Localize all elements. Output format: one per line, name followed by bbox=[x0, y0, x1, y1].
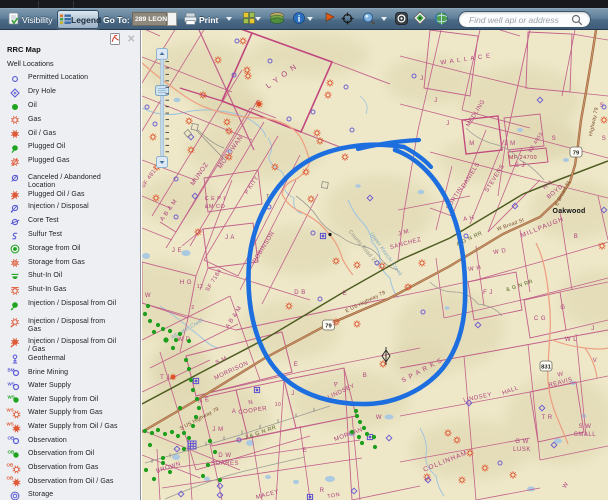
svg-text:2: 2 bbox=[191, 305, 194, 311]
svg-text:10: 10 bbox=[275, 402, 282, 408]
svg-text:G W: G W bbox=[515, 439, 529, 445]
svg-text:H G: H G bbox=[180, 280, 192, 286]
svg-text:OB: OB bbox=[7, 476, 15, 481]
svg-text:T J: T J bbox=[160, 375, 170, 381]
svg-text:79: 79 bbox=[325, 323, 332, 329]
svg-text:S: S bbox=[602, 136, 607, 142]
svg-text:W: W bbox=[376, 415, 382, 421]
svg-text:OB: OB bbox=[7, 462, 15, 467]
svg-text:J M: J M bbox=[504, 141, 515, 147]
svg-text:J: J bbox=[446, 121, 450, 127]
svg-text:SMALL: SMALL bbox=[574, 432, 596, 438]
svg-text:J A: J A bbox=[225, 235, 235, 241]
svg-text:S: S bbox=[552, 136, 557, 142]
svg-text:831: 831 bbox=[541, 364, 551, 370]
svg-text:&M CO: &M CO bbox=[205, 204, 226, 210]
svg-text:J E: J E bbox=[172, 248, 182, 254]
svg-text:D W: D W bbox=[218, 453, 231, 459]
svg-text:J: J bbox=[434, 98, 438, 104]
svg-text:C G: C G bbox=[534, 316, 546, 322]
svg-text:79: 79 bbox=[573, 150, 580, 156]
svg-text:G: G bbox=[560, 305, 565, 311]
svg-text:E: E bbox=[294, 362, 299, 368]
svg-text:J: J bbox=[591, 326, 595, 332]
svg-text:W: W bbox=[145, 293, 151, 299]
svg-text:WS: WS bbox=[7, 421, 14, 426]
svg-text:T R: T R bbox=[541, 415, 552, 421]
svg-text:R: R bbox=[320, 488, 325, 494]
svg-text:SOARES: SOARES bbox=[211, 461, 239, 467]
svg-text:E: E bbox=[303, 448, 308, 454]
svg-text:S J: S J bbox=[515, 163, 525, 169]
svg-text:F J: F J bbox=[483, 290, 493, 296]
svg-text:M: M bbox=[469, 141, 475, 147]
svg-text:J: J bbox=[291, 391, 295, 397]
svg-text:12: 12 bbox=[197, 284, 204, 290]
svg-text:B: B bbox=[574, 234, 579, 240]
svg-text:A: A bbox=[232, 409, 237, 415]
svg-text:WS: WS bbox=[7, 407, 14, 412]
svg-text:W L: W L bbox=[565, 337, 577, 343]
svg-text:S W: S W bbox=[579, 424, 592, 430]
svg-text:LUSK: LUSK bbox=[513, 447, 531, 453]
svg-text:MF 24700: MF 24700 bbox=[509, 155, 537, 161]
svg-text:V: V bbox=[593, 358, 598, 364]
svg-text:D B: D B bbox=[294, 290, 306, 296]
svg-text:E: E bbox=[343, 291, 348, 297]
svg-text:C E P I: C E P I bbox=[205, 196, 226, 202]
svg-text:B: B bbox=[363, 373, 368, 379]
svg-text:Oakwood: Oakwood bbox=[553, 208, 586, 215]
svg-text:N: N bbox=[248, 400, 254, 407]
svg-text:J: J bbox=[420, 76, 424, 82]
svg-text:J M: J M bbox=[212, 427, 223, 433]
